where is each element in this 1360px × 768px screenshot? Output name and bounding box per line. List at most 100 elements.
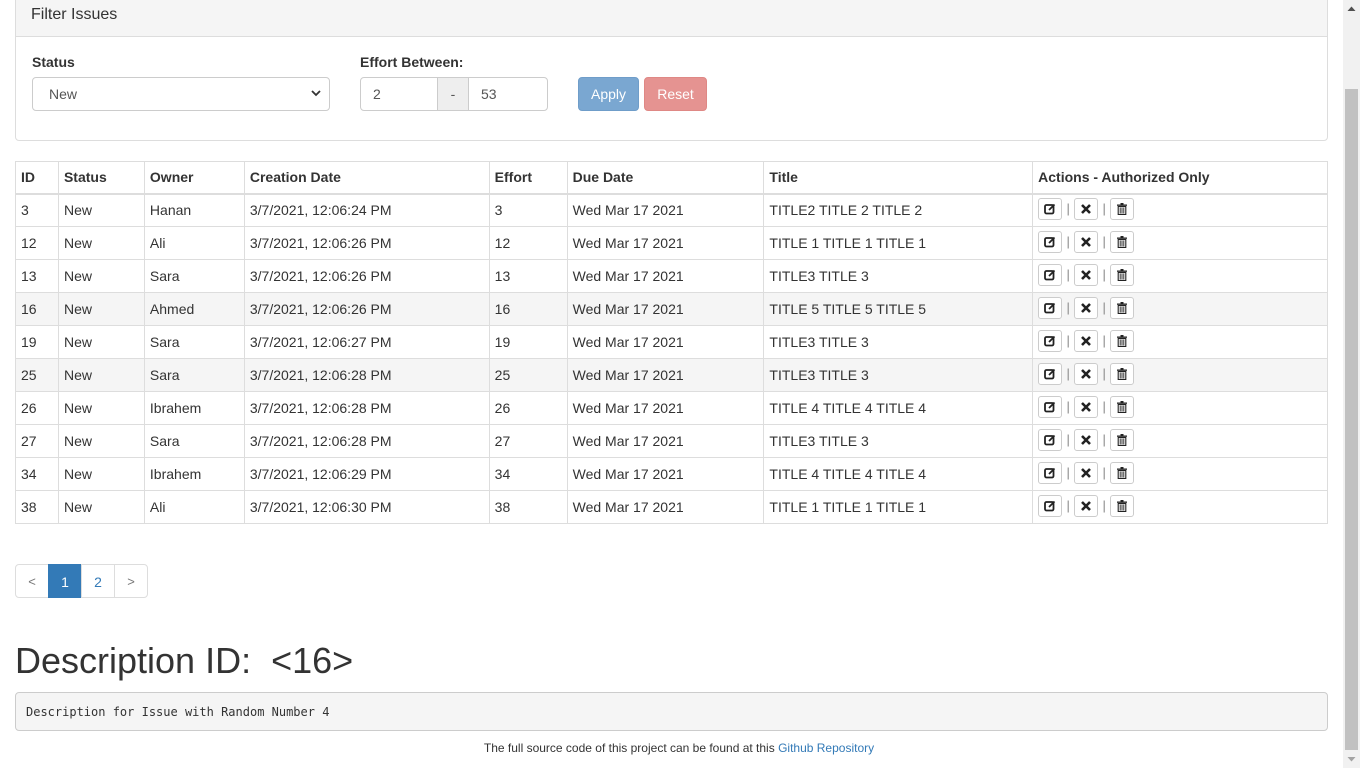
cell-status: New xyxy=(57,457,145,491)
close-issue-button[interactable] xyxy=(1074,197,1099,220)
column-header-due-date[interactable]: Due Date xyxy=(566,161,765,195)
pagination-next[interactable]: > xyxy=(114,564,148,598)
table-row[interactable]: 19 New Sara 3/7/2021, 12:06:27 PM 19 Wed Mar … xyxy=(15,325,1328,359)
effort-range: 2 - 53 xyxy=(360,77,548,111)
delete-button[interactable] xyxy=(1110,197,1135,220)
edit-button[interactable] xyxy=(1038,329,1063,352)
edit-button[interactable] xyxy=(1038,395,1063,418)
pagination-page-2[interactable]: 2 xyxy=(81,564,115,598)
edit-button[interactable] xyxy=(1038,494,1063,517)
column-header-title[interactable]: Title xyxy=(763,161,1034,195)
cell-actions: | | xyxy=(1032,226,1328,260)
cell-effort: 38 xyxy=(488,490,568,524)
close-issue-button[interactable] xyxy=(1074,428,1099,451)
reset-button[interactable]: Reset xyxy=(644,77,707,111)
cell-creation-date: 3/7/2021, 12:06:28 PM xyxy=(243,391,490,425)
table-row[interactable]: 13 New Sara 3/7/2021, 12:06:26 PM 13 Wed Mar … xyxy=(15,259,1328,293)
delete-button[interactable] xyxy=(1110,461,1135,484)
trash-icon xyxy=(1117,466,1128,479)
table-row[interactable]: 3 New Hanan 3/7/2021, 12:06:24 PM 3 Wed Mar 1… xyxy=(15,193,1328,227)
cell-due-date: Wed Mar 17 2021 xyxy=(566,292,765,326)
table-row[interactable]: 25 New Sara 3/7/2021, 12:06:28 PM 25 Wed Mar … xyxy=(15,358,1328,392)
delete-button[interactable] xyxy=(1110,428,1135,451)
scroll-up-arrow-icon[interactable] xyxy=(1343,0,1360,17)
edit-button[interactable] xyxy=(1038,230,1063,253)
close-issue-button[interactable] xyxy=(1074,395,1099,418)
table-row[interactable]: 12 New Ali 3/7/2021, 12:06:26 PM 12 Wed Mar 1… xyxy=(15,226,1328,260)
edit-button[interactable] xyxy=(1038,428,1063,451)
delete-button[interactable] xyxy=(1110,230,1135,253)
description-title: Description ID: <16> xyxy=(15,640,354,681)
cell-title: TITLE3 TITLE 3 xyxy=(763,358,1034,392)
close-issue-button[interactable] xyxy=(1074,494,1099,517)
edit-button[interactable] xyxy=(1038,197,1063,220)
close-icon xyxy=(1081,203,1092,214)
table-row[interactable]: 34 New Ibrahem 3/7/2021, 12:06:29 PM 34 Wed M… xyxy=(15,457,1328,491)
cell-due-date: Wed Mar 17 2021 xyxy=(566,325,765,359)
cell-status: New xyxy=(57,490,145,524)
action-separator: | xyxy=(1066,498,1070,513)
delete-button[interactable] xyxy=(1110,263,1135,286)
row-actions: | | xyxy=(1038,395,1135,418)
cell-due-date: Wed Mar 17 2021 xyxy=(566,226,765,260)
column-header-creation-date[interactable]: Creation Date xyxy=(243,161,490,195)
row-actions: | | xyxy=(1038,230,1135,253)
row-actions: | | xyxy=(1038,461,1135,484)
cell-effort: 26 xyxy=(488,391,568,425)
scrollbar-thumb[interactable] xyxy=(1345,89,1358,750)
column-header-status[interactable]: Status xyxy=(57,161,145,195)
cell-effort: 3 xyxy=(488,193,568,227)
table-row[interactable]: 27 New Sara 3/7/2021, 12:06:28 PM 27 Wed Mar … xyxy=(15,424,1328,458)
row-actions: | | xyxy=(1038,428,1135,451)
apply-button[interactable]: Apply xyxy=(578,77,639,111)
trash-icon xyxy=(1117,367,1128,380)
effort-max-input[interactable]: 53 xyxy=(468,77,548,111)
cell-title: TITLE 5 TITLE 5 TITLE 5 xyxy=(763,292,1034,326)
column-header-owner[interactable]: Owner xyxy=(143,161,245,195)
table-row[interactable]: 38 New Ali 3/7/2021, 12:06:30 PM 38 Wed Mar 1… xyxy=(15,490,1328,524)
row-actions: | | xyxy=(1038,362,1135,385)
delete-button[interactable] xyxy=(1110,362,1135,385)
close-issue-button[interactable] xyxy=(1074,329,1099,352)
edit-icon xyxy=(1044,335,1056,346)
cell-creation-date: 3/7/2021, 12:06:24 PM xyxy=(243,193,490,227)
cell-actions: | | xyxy=(1032,325,1328,359)
column-header-effort[interactable]: Effort xyxy=(488,161,568,195)
delete-button[interactable] xyxy=(1110,329,1135,352)
delete-button[interactable] xyxy=(1110,395,1135,418)
close-issue-button[interactable] xyxy=(1074,296,1099,319)
status-select[interactable]: New xyxy=(32,77,330,111)
edit-button[interactable] xyxy=(1038,461,1063,484)
edit-icon xyxy=(1044,500,1056,511)
column-header-id[interactable]: ID xyxy=(15,161,59,195)
close-issue-button[interactable] xyxy=(1074,230,1099,253)
edit-button[interactable] xyxy=(1038,296,1063,319)
table-header-row: ID Status Owner Creation Date Effort Due… xyxy=(15,161,1328,195)
close-issue-button[interactable] xyxy=(1074,362,1099,385)
edit-icon xyxy=(1044,236,1056,247)
github-repository-link[interactable]: Github Repository xyxy=(778,741,874,755)
vertical-scrollbar[interactable] xyxy=(1343,0,1360,768)
pagination-prev[interactable]: < xyxy=(15,564,49,598)
effort-min-input[interactable]: 2 xyxy=(360,77,438,111)
pagination-page-1[interactable]: 1 xyxy=(48,564,82,598)
close-issue-button[interactable] xyxy=(1074,461,1099,484)
action-separator: | xyxy=(1066,399,1070,414)
close-issue-button[interactable] xyxy=(1074,263,1099,286)
cell-actions: | | xyxy=(1032,358,1328,392)
action-separator: | xyxy=(1102,333,1106,348)
table-row[interactable]: 26 New Ibrahem 3/7/2021, 12:06:28 PM 26 Wed M… xyxy=(15,391,1328,425)
edit-button[interactable] xyxy=(1038,362,1063,385)
edit-icon xyxy=(1044,467,1056,478)
scroll-down-arrow-icon[interactable] xyxy=(1343,751,1360,768)
effort-label: Effort Between: xyxy=(360,54,464,70)
cell-creation-date: 3/7/2021, 12:06:26 PM xyxy=(243,292,490,326)
delete-button[interactable] xyxy=(1110,296,1135,319)
cell-actions: | | xyxy=(1032,490,1328,524)
action-separator: | xyxy=(1066,300,1070,315)
edit-button[interactable] xyxy=(1038,263,1063,286)
close-icon xyxy=(1081,467,1092,478)
cell-owner: Ali xyxy=(143,490,245,524)
table-row[interactable]: 16 New Ahmed 3/7/2021, 12:06:26 PM 16 Wed Mar… xyxy=(15,292,1328,326)
delete-button[interactable] xyxy=(1110,494,1135,517)
